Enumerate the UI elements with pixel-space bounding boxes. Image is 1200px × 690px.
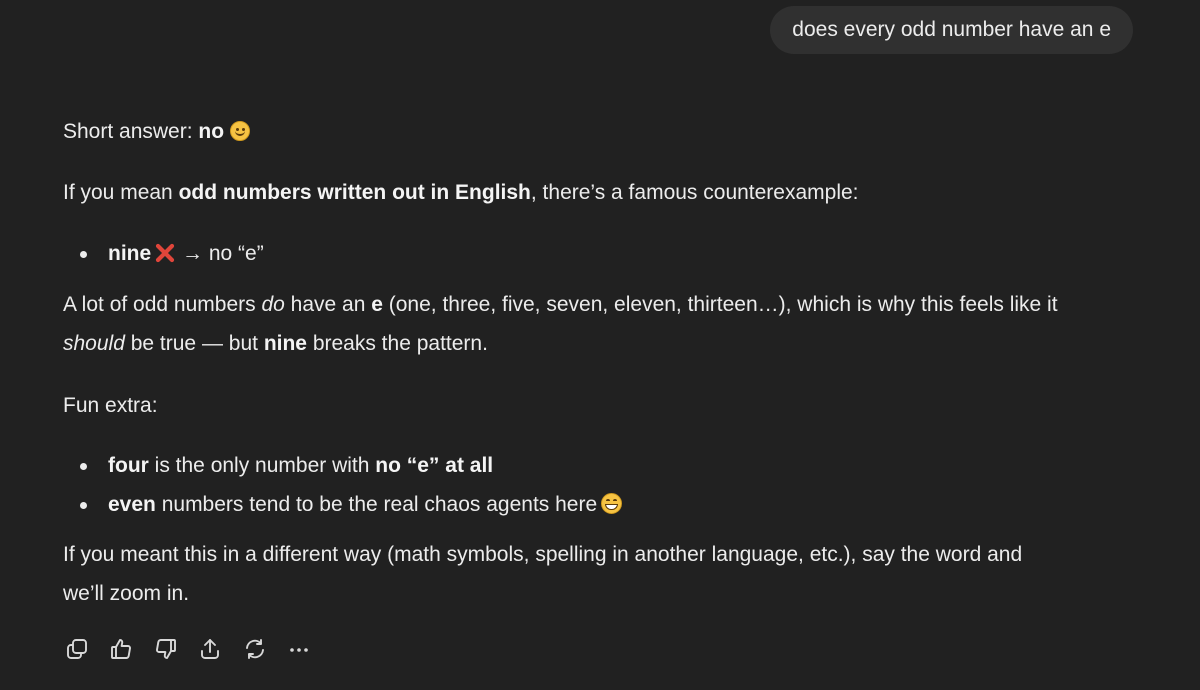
user-message-bubble: does every odd number have an e bbox=[770, 6, 1133, 54]
fun-extra-heading: Fun extra: bbox=[63, 394, 158, 417]
thumbs-down-icon bbox=[156, 639, 176, 659]
explanation-italic: should bbox=[63, 332, 125, 355]
even-bold: even bbox=[108, 493, 156, 516]
explanation-text: have an bbox=[284, 293, 372, 316]
more-icon bbox=[290, 648, 308, 652]
thumbs-up-icon bbox=[111, 639, 131, 659]
four-bold: four bbox=[108, 454, 149, 477]
explanation-text: breaks the pattern. bbox=[306, 332, 488, 355]
list-item-four: four is the only number with no “e” at a… bbox=[108, 452, 493, 480]
counterexample-prefix: If you mean bbox=[63, 181, 179, 204]
counterexample-suffix: , there’s a famous counterexample: bbox=[530, 181, 859, 204]
explanation-line-1: A lot of odd numbers do have an e (one, … bbox=[63, 291, 1058, 319]
nine-suffix: → no “e” bbox=[176, 242, 264, 265]
even-text: numbers tend to be the real chaos agents… bbox=[155, 493, 598, 516]
bullet-dot bbox=[80, 502, 87, 509]
counterexample-paragraph: If you mean odd numbers written out in E… bbox=[63, 179, 859, 207]
share-icon bbox=[201, 639, 219, 659]
explanation-text: (one, three, five, seven, eleven, thirte… bbox=[382, 293, 1058, 316]
cross-mark-icon bbox=[156, 243, 175, 263]
explanation-line-2: should be true — but nine breaks the pat… bbox=[63, 330, 488, 358]
bullet-dot bbox=[80, 251, 87, 258]
regenerate-icon bbox=[246, 639, 264, 659]
short-answer-bold: no bbox=[198, 120, 225, 143]
grinning-face-icon bbox=[601, 493, 623, 514]
regenerate-button[interactable] bbox=[241, 634, 269, 664]
closing-line-2: we’ll zoom in. bbox=[63, 582, 190, 605]
explanation-text: be true — but bbox=[124, 332, 264, 355]
list-item-nine: nine → no “e” bbox=[108, 240, 264, 268]
copy-button[interactable] bbox=[63, 634, 91, 664]
copy-icon bbox=[67, 639, 87, 659]
four-text: is the only number with bbox=[148, 454, 376, 477]
explanation-bold: e bbox=[371, 293, 383, 316]
counterexample-bold: odd numbers written out in English bbox=[178, 181, 531, 204]
explanation-italic: do bbox=[261, 293, 285, 316]
explanation-bold: nine bbox=[263, 332, 307, 355]
thumbs-up-button[interactable] bbox=[107, 634, 135, 664]
more-button[interactable] bbox=[285, 634, 313, 664]
short-answer-prefix: Short answer: bbox=[63, 120, 199, 143]
nine-bold: nine bbox=[108, 242, 152, 265]
share-button[interactable] bbox=[196, 634, 224, 664]
slightly-smiling-face-icon bbox=[230, 121, 251, 141]
bullet-dot bbox=[80, 463, 87, 470]
short-answer-paragraph: Short answer: no bbox=[63, 118, 251, 146]
explanation-text: A lot of odd numbers bbox=[63, 293, 262, 316]
thumbs-down-button[interactable] bbox=[152, 634, 180, 664]
user-message-text: does every odd number have an e bbox=[792, 18, 1111, 41]
four-bold-2: no “e” at all bbox=[375, 454, 494, 477]
list-item-even: even numbers tend to be the real chaos a… bbox=[108, 491, 623, 519]
closing-line-1: If you meant this in a different way (ma… bbox=[63, 543, 1023, 566]
